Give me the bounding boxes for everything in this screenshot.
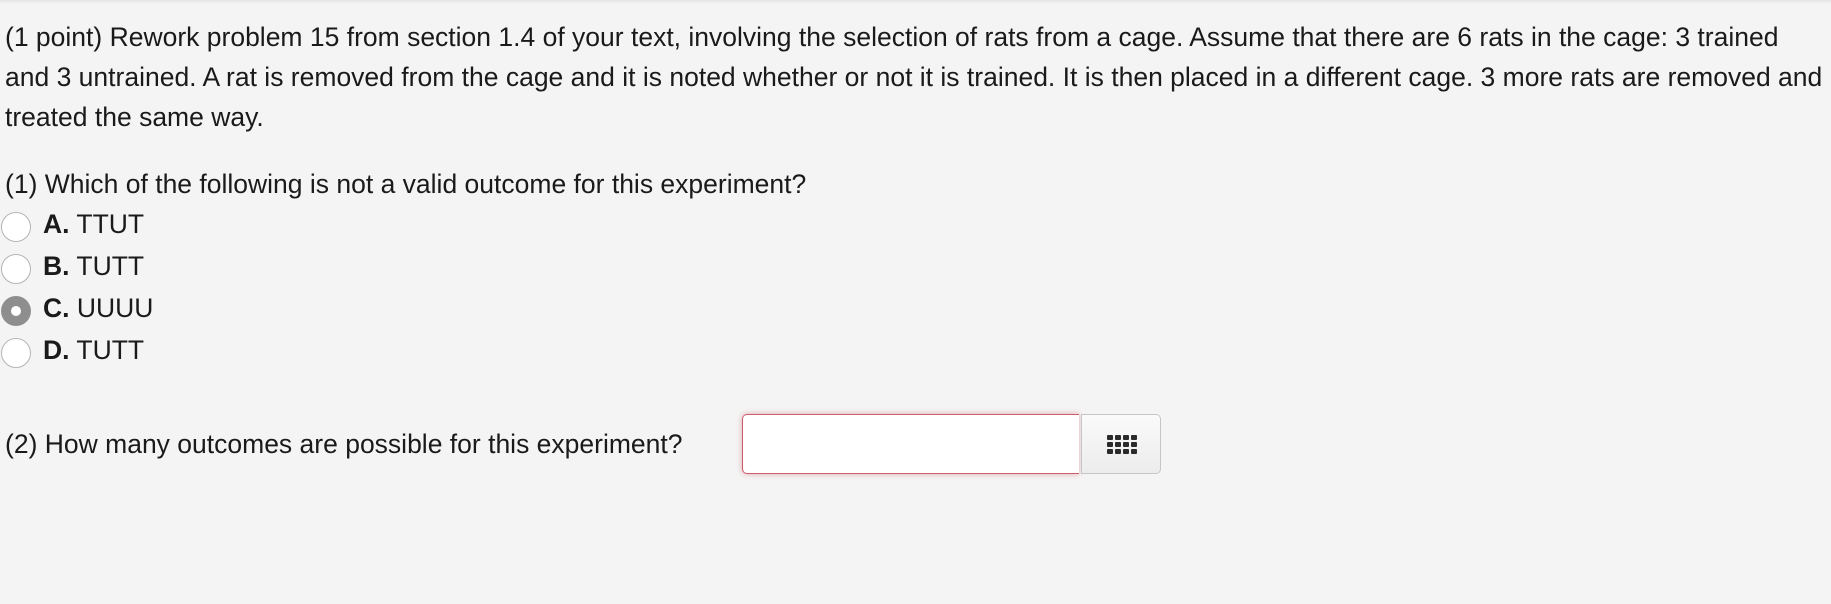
choice-b[interactable]: B. TUTT: [1, 246, 1825, 288]
question-1-choices: A. TTUT B. TUTT C. UUUU D. TUTT: [1, 204, 1825, 372]
choice-c-label[interactable]: C. UUUU: [43, 288, 153, 328]
choice-c-letter: C.: [43, 293, 70, 323]
radio-button-a[interactable]: [1, 212, 31, 242]
question-2-prompt: (2) How many outcomes are possible for t…: [5, 429, 683, 459]
top-divider: [0, 0, 1831, 4]
radio-button-d[interactable]: [1, 338, 31, 368]
choice-d-letter: D.: [43, 335, 70, 365]
radio-button-b[interactable]: [1, 254, 31, 284]
choice-b-text: TUTT: [76, 251, 145, 281]
problem-intro: (1 point) Rework problem 15 from section…: [5, 22, 1823, 132]
equation-palette-button[interactable]: [1081, 414, 1161, 474]
answer-input[interactable]: [742, 414, 1079, 474]
choice-b-label[interactable]: B. TUTT: [43, 246, 144, 286]
radio-button-c[interactable]: [1, 296, 31, 326]
choice-a-label[interactable]: A. TTUT: [43, 204, 144, 244]
choice-d-label[interactable]: D. TUTT: [43, 330, 144, 370]
grid-icon: [1107, 435, 1137, 455]
choice-a-letter: A.: [43, 209, 70, 239]
choice-c[interactable]: C. UUUU: [1, 288, 1825, 330]
choice-d-text: TUTT: [76, 335, 145, 365]
choice-a[interactable]: A. TTUT: [1, 204, 1825, 246]
choice-a-text: TTUT: [76, 209, 145, 239]
problem-statement: (1 point) Rework problem 15 from section…: [1, 17, 1825, 372]
question-1-prompt: (1) Which of the following is not a vali…: [5, 169, 807, 199]
choice-b-letter: B.: [43, 251, 70, 281]
choice-d[interactable]: D. TUTT: [1, 330, 1825, 372]
choice-c-text: UUUU: [76, 293, 154, 323]
